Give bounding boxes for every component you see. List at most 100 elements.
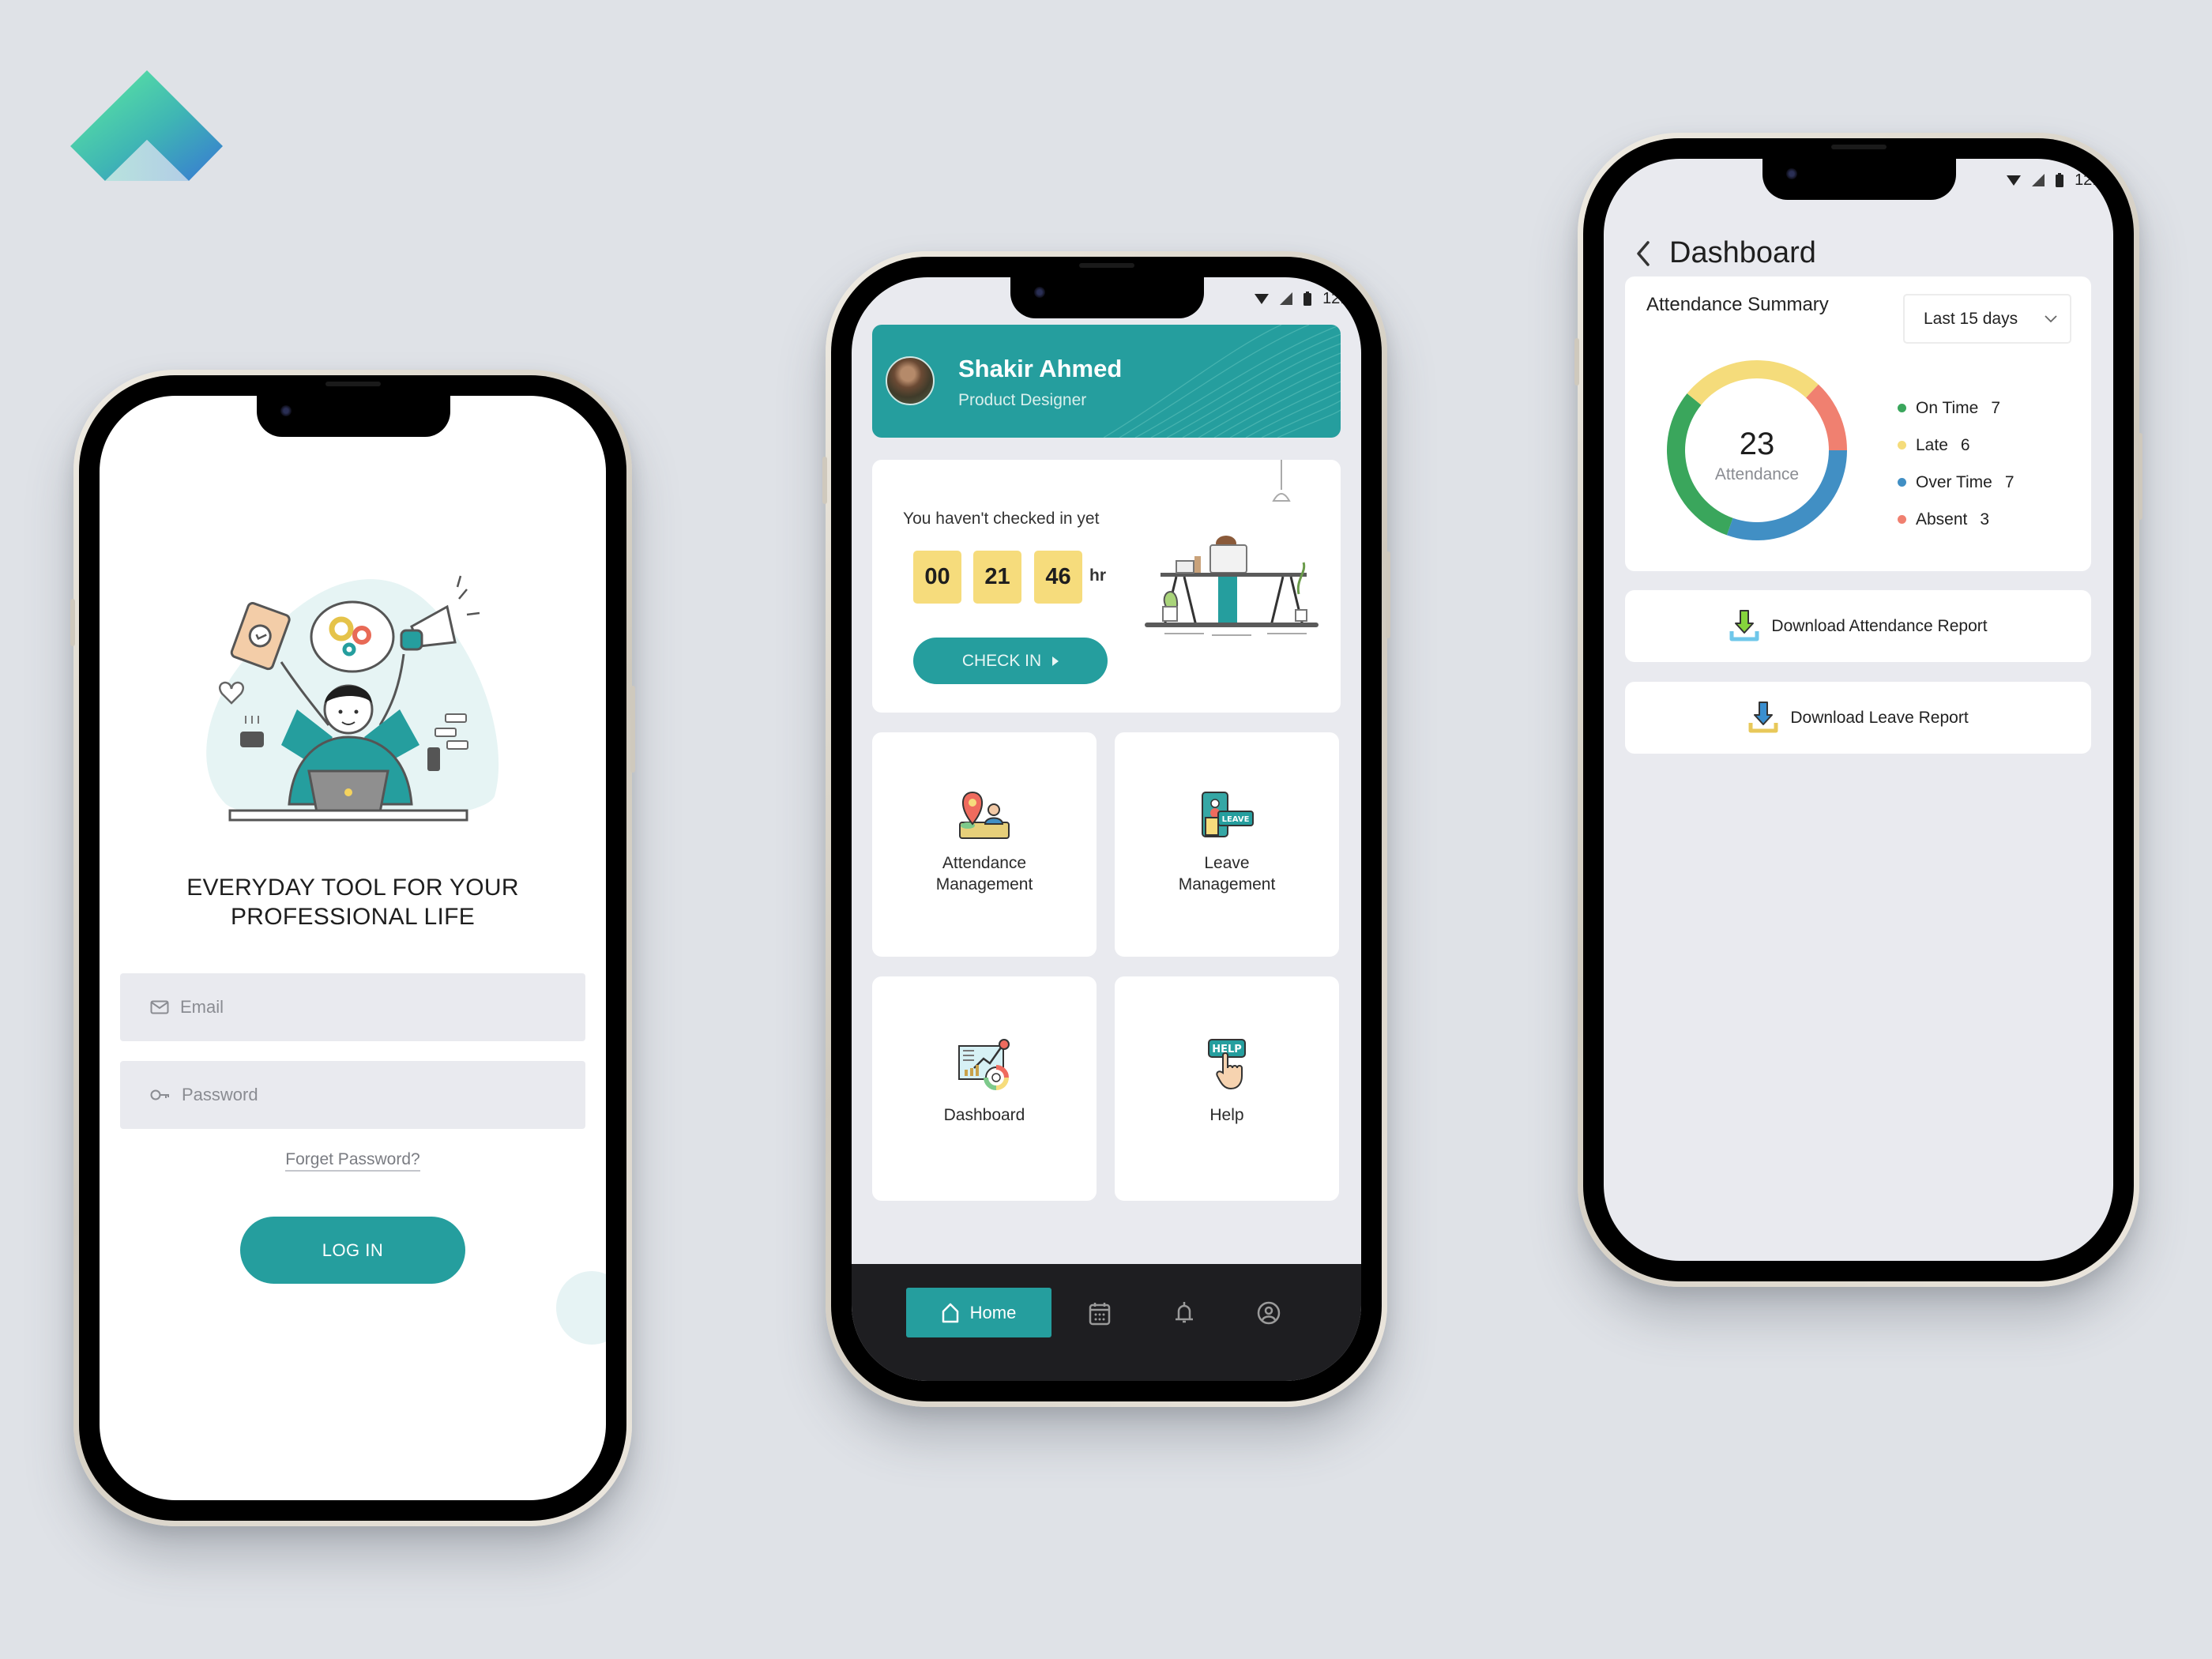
- legend-dot: [1898, 441, 1906, 450]
- leave-badge-icon: LEAVE: [1202, 792, 1254, 837]
- donut-center-label: Attendance: [1715, 465, 1799, 483]
- status-bar: 12:3: [2007, 170, 2105, 190]
- donut-center-value: 23: [1740, 427, 1775, 461]
- legend-dot: [1898, 478, 1906, 487]
- speaker-grille: [1830, 145, 1887, 149]
- phone-side-button: [1386, 551, 1390, 638]
- summary-title: Attendance Summary: [1646, 294, 1829, 315]
- legend-label: Absent: [1916, 510, 1968, 529]
- speaker-grille: [1078, 263, 1134, 268]
- page-title: Dashboard: [1669, 236, 1816, 269]
- notch: [1010, 277, 1204, 318]
- download-leave-label: Download Leave Report: [1790, 708, 1969, 727]
- legend-value: 3: [1980, 510, 1990, 529]
- legend-value: 6: [1960, 435, 1970, 454]
- notch: [1762, 159, 1956, 200]
- analytics-chart-icon: [958, 1039, 1010, 1090]
- download-blue-icon: [1748, 701, 1778, 732]
- tile-attendance-management[interactable]: Attendance Management: [872, 732, 1097, 957]
- tile-label: Dashboard: [943, 1106, 1025, 1124]
- camera-icon: [1785, 168, 1797, 179]
- status-time: 12:3: [2075, 171, 2105, 189]
- date-range-value: Last 15 days: [1924, 309, 2018, 328]
- nav-home-label: Home: [969, 1302, 1017, 1322]
- app-logo: [70, 70, 223, 181]
- wave-pattern: [1104, 325, 1341, 438]
- legend-item-absent: Absent 3: [1898, 501, 2014, 538]
- check-in-button[interactable]: CHECK IN: [913, 638, 1108, 684]
- wifi-icon: [2007, 175, 2022, 186]
- phone-home: 12:3 Shakir Ahmed Product Designer You h…: [822, 251, 1390, 1407]
- tile-help[interactable]: HELP Help: [1115, 976, 1339, 1201]
- download-green-icon: [1729, 609, 1759, 641]
- phone-side-button: [70, 599, 75, 646]
- tile-label: Attendance Management: [935, 854, 1033, 893]
- donut-segment-over-time: [1726, 450, 1847, 540]
- svg-text:LEAVE: LEAVE: [1222, 815, 1250, 824]
- battery-icon: [1304, 292, 1312, 306]
- legend-item-on-time: On Time 7: [1898, 389, 2014, 427]
- mail-icon: [150, 1000, 169, 1014]
- legend-item-late: Late 6: [1898, 427, 2014, 464]
- attendance-summary-card: Attendance Summary Last 15 days 23 Atten…: [1625, 276, 2091, 571]
- timer-seconds: 46: [1034, 551, 1082, 604]
- legend-dot: [1898, 404, 1906, 412]
- timer-unit: hr: [1089, 566, 1106, 585]
- map-pin-person-icon: [959, 791, 1010, 839]
- camera-icon: [1033, 287, 1045, 298]
- forgot-password-link[interactable]: Forget Password?: [285, 1150, 420, 1172]
- phone-dashboard: 12:3 Dashboard Attendance Summary Last 1…: [1574, 133, 2142, 1287]
- legend-label: Late: [1916, 435, 1948, 454]
- user-role: Product Designer: [958, 391, 1087, 409]
- chart-legend: On Time 7 Late 6 Over Time 7 Absent 3: [1898, 389, 2014, 538]
- email-input[interactable]: [180, 997, 559, 1018]
- avatar[interactable]: [886, 356, 935, 405]
- nav-home-button[interactable]: Home: [906, 1288, 1051, 1337]
- decorative-circle: [596, 1464, 606, 1495]
- back-chevron-icon[interactable]: [1632, 239, 1654, 268]
- phone-side-button: [822, 457, 827, 504]
- download-attendance-report-button[interactable]: Download Attendance Report: [1625, 590, 2091, 662]
- tile-dashboard[interactable]: Dashboard: [872, 976, 1097, 1201]
- check-in-label: CHECK IN: [961, 651, 1042, 670]
- status-bar: 12:3: [1255, 288, 1353, 309]
- multitasking-illustration: [206, 575, 499, 822]
- legend-value: 7: [1991, 398, 2001, 417]
- login-button[interactable]: LOG IN: [240, 1217, 465, 1284]
- phone-side-button: [1574, 338, 1579, 386]
- tile-label: Leave Management: [1178, 854, 1276, 893]
- camera-icon: [280, 405, 292, 416]
- signal-icon: [2032, 174, 2045, 186]
- home-screen: 12:3 Shakir Ahmed Product Designer You h…: [852, 277, 1361, 1381]
- phone-side-button: [2138, 433, 2142, 520]
- help-hand-icon: HELP: [1208, 1039, 1246, 1090]
- calendar-icon[interactable]: [1087, 1300, 1112, 1326]
- date-range-select[interactable]: Last 15 days: [1903, 294, 2071, 344]
- timer-minutes: 21: [973, 551, 1021, 604]
- profile-header-card[interactable]: Shakir Ahmed Product Designer: [872, 325, 1341, 438]
- speaker-grille: [325, 382, 381, 386]
- legend-label: On Time: [1916, 398, 1979, 417]
- phone-side-button: [630, 686, 635, 773]
- user-name: Shakir Ahmed: [958, 355, 1123, 382]
- email-field[interactable]: [120, 973, 585, 1041]
- download-leave-report-button[interactable]: Download Leave Report: [1625, 682, 2091, 754]
- password-field[interactable]: [120, 1061, 585, 1129]
- download-attendance-label: Download Attendance Report: [1771, 616, 1988, 635]
- donut-segment-on-time: [1667, 393, 1733, 536]
- donut-segment-absent: [1806, 384, 1847, 450]
- legend-dot: [1898, 515, 1906, 524]
- notch: [256, 396, 450, 437]
- tile-leave-management[interactable]: LEAVE Leave Management: [1115, 732, 1339, 957]
- desk-worker-illustration: [1145, 460, 1319, 636]
- decorative-circle: [556, 1271, 606, 1345]
- bottom-navigation: Home: [852, 1264, 1361, 1381]
- signal-icon: [1280, 292, 1293, 305]
- password-input[interactable]: [182, 1085, 561, 1105]
- bell-icon[interactable]: [1172, 1300, 1197, 1326]
- donut-segment-late: [1687, 360, 1819, 405]
- checkin-status-text: You haven't checked in yet: [903, 510, 1100, 528]
- login-screen: EVERYDAY TOOL FOR YOUR PROFESSIONAL LIFE…: [100, 396, 606, 1500]
- attendance-donut-chart: 23 Attendance: [1667, 360, 1847, 540]
- profile-icon[interactable]: [1256, 1300, 1281, 1326]
